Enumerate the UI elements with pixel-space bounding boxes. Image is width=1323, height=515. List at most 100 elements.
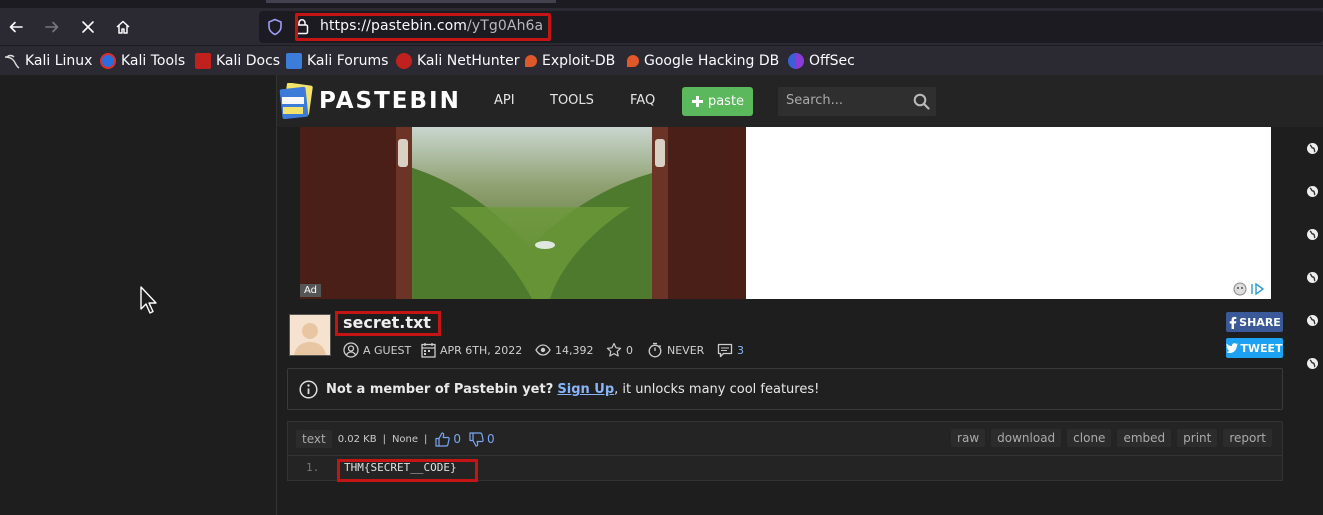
raw-button[interactable]: raw (951, 429, 986, 447)
bookmark-kali-nethunter[interactable]: Kali NetHunter (396, 52, 519, 70)
globe-icon[interactable] (1306, 228, 1319, 241)
paste-comments[interactable]: 3 (717, 341, 744, 359)
mouse-cursor-icon (140, 286, 157, 314)
expires-text: NEVER (667, 343, 705, 357)
kali-forums-icon (286, 53, 302, 69)
author-text: A GUEST (363, 343, 412, 357)
new-paste-button[interactable]: paste (682, 87, 753, 116)
download-button[interactable]: download (991, 429, 1062, 447)
star-icon (606, 342, 622, 357)
bookmark-exploit-db[interactable]: Exploit-DB (525, 52, 615, 70)
bookmark-label: OffSec (809, 53, 855, 69)
dislike-button[interactable]: 0 (469, 431, 495, 447)
paste-stars[interactable]: 0 (606, 341, 633, 359)
stars-text: 0 (626, 343, 633, 357)
embed-button[interactable]: embed (1117, 429, 1172, 447)
kali-dragon-icon (4, 54, 20, 69)
advertisement-banner[interactable]: Ad (300, 127, 1271, 299)
syntax-tag[interactable]: text (296, 430, 332, 448)
bookmark-kali-tools[interactable]: Kali Tools (100, 52, 185, 70)
bookmark-google-hacking-db[interactable]: Google Hacking DB (627, 52, 779, 70)
globe-icon[interactable] (1306, 314, 1319, 327)
search-input[interactable] (786, 93, 906, 108)
timer-icon (648, 342, 662, 358)
nav-api[interactable]: API (494, 93, 515, 108)
user-icon (343, 342, 359, 358)
thumbs-down-icon (469, 431, 484, 447)
nav-tools[interactable]: TOOLS (550, 93, 594, 108)
dislike-count: 0 (487, 432, 495, 446)
globe-icon[interactable] (1306, 357, 1319, 370)
paste-size: 0.02 KB (337, 433, 377, 445)
facebook-share-button[interactable]: SHARE (1226, 312, 1283, 332)
plus-icon (691, 96, 703, 107)
clone-button[interactable]: clone (1067, 429, 1112, 447)
stop-button[interactable] (73, 12, 103, 42)
line-number: 1. (306, 461, 320, 474)
kali-nethunter-icon (396, 53, 412, 69)
twitter-tweet-label: TWEET (1240, 341, 1283, 355)
web-page: PASTEBIN API TOOLS FAQ paste Search... A… (0, 75, 1323, 515)
comment-icon (717, 343, 733, 357)
bookmark-label: Kali NetHunter (417, 53, 520, 69)
home-button[interactable] (108, 12, 138, 42)
bookmarks-bar: Kali Linux Kali Tools Kali Docs Kali For… (0, 45, 1323, 75)
bookmark-kali-docs[interactable]: Kali Docs (195, 52, 280, 70)
active-tab[interactable] (266, 0, 556, 3)
forward-button[interactable] (37, 12, 67, 42)
separator: | (382, 433, 386, 445)
eye-icon (535, 344, 551, 356)
adchoices-icon[interactable] (1233, 282, 1267, 296)
paste-author[interactable]: A GUEST (343, 341, 411, 359)
signup-link[interactable]: Sign Up (557, 382, 614, 397)
back-arrow-icon (9, 21, 23, 33)
back-button[interactable] (1, 12, 31, 42)
nav-faq[interactable]: FAQ (630, 93, 655, 108)
kali-tools-icon (100, 53, 116, 69)
report-button[interactable]: report (1223, 429, 1272, 447)
globe-icon[interactable] (1306, 271, 1319, 284)
globe-icon[interactable] (1306, 142, 1319, 155)
calendar-icon (421, 343, 436, 358)
browser-toolbar: https://pastebin.com/yTg0Ah6a (0, 8, 1323, 45)
ghdb-icon (627, 55, 639, 67)
date-text: APR 6TH, 2022 (440, 343, 523, 357)
bookmark-kali-linux[interactable]: Kali Linux (4, 52, 92, 70)
print-button[interactable]: print (1177, 429, 1218, 447)
search-box (778, 87, 936, 116)
paste-actions: raw download clone embed print report (951, 429, 1272, 447)
guest-avatar[interactable] (289, 314, 331, 356)
paste-date: APR 6TH, 2022 (421, 341, 522, 359)
facebook-share-label: SHARE (1239, 315, 1281, 329)
shield-icon[interactable] (267, 18, 283, 36)
ad-image[interactable] (300, 127, 746, 299)
separator: | (424, 433, 428, 445)
code-highlight-box (337, 459, 478, 482)
like-button[interactable]: 0 (435, 431, 461, 447)
facebook-icon (1229, 316, 1237, 329)
forward-arrow-icon (45, 21, 59, 33)
bookmark-label: Kali Tools (121, 53, 186, 69)
notice-prefix: Not a member of Pastebin yet? (326, 382, 554, 397)
globe-icon[interactable] (1306, 185, 1319, 198)
comments-count[interactable]: 3 (737, 344, 744, 357)
code-toolbar: text 0.02 KB | None | 0 0 raw download c… (287, 421, 1283, 455)
views-text: 14,392 (555, 343, 594, 357)
bookmark-label: Google Hacking DB (644, 53, 780, 69)
bookmark-offsec[interactable]: OffSec (788, 52, 855, 70)
close-icon (82, 21, 94, 33)
paste-views: 14,392 (535, 341, 594, 359)
search-icon[interactable] (913, 93, 930, 110)
twitter-tweet-button[interactable]: TWEET (1226, 338, 1283, 358)
left-sidebar (0, 75, 277, 515)
offsec-icon (788, 53, 804, 69)
exploit-db-icon (525, 55, 537, 67)
logo-text[interactable]: PASTEBIN (319, 88, 461, 114)
pastebin-logo-icon[interactable] (279, 83, 313, 119)
right-rail (1290, 125, 1323, 515)
ad-label: Ad (300, 284, 322, 297)
bookmark-kali-forums[interactable]: Kali Forums (286, 52, 388, 70)
signup-notice: Not a member of Pastebin yet? Sign Up, i… (287, 368, 1283, 410)
url-bar[interactable]: https://pastebin.com/yTg0Ah6a (259, 11, 1323, 43)
bookmark-label: Kali Forums (307, 53, 389, 69)
